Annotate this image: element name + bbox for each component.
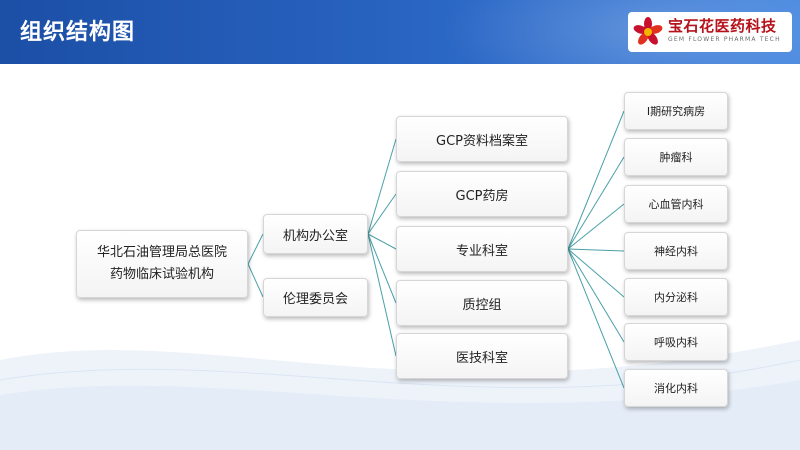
node-label: 机构办公室 [282,228,348,244]
node-respiratory: 呼吸内科 [624,323,728,361]
node-label: 肿瘤科 [659,151,693,164]
node-label: 医技科室 [455,350,508,366]
node-cardiology: 心血管内科 [624,185,728,223]
connector-dept-endo [567,248,625,298]
node-gcp-archive: GCP资料档案室 [396,116,568,162]
node-label: 呼吸内科 [654,336,698,349]
connector-root-office [247,233,264,265]
connector-dept-oncology [567,156,625,250]
node-oncology: 肿瘤科 [624,138,728,176]
connector-dept-cardio [567,203,625,250]
connector-dept-phase1 [567,110,625,250]
node-label: GCP资料档案室 [436,133,528,149]
node-institution-office: 机构办公室 [263,214,368,254]
connector-office-departments [367,233,397,250]
connector-dept-neuro [567,248,625,252]
node-label: I期研究病房 [646,105,706,118]
node-medical-technology: 医技科室 [396,333,568,379]
node-root: 华北石油管理局总医院 药物临床试验机构 [76,230,248,298]
node-root-line1: 华北石油管理局总医院 [96,245,227,260]
node-label: 消化内科 [654,382,698,395]
node-gastroenterology: 消化内科 [624,369,728,407]
node-label: 内分泌科 [654,291,698,304]
node-label: GCP药房 [455,188,509,204]
node-label: 专业科室 [455,243,508,259]
node-specialty-departments: 专业科室 [396,226,568,272]
node-root-line2: 药物临床试验机构 [109,267,214,282]
connector-office-pharmacy [367,193,397,235]
connector-root-ethics [247,263,264,298]
connector-dept-gastro [567,248,625,389]
node-ethics-committee: 伦理委员会 [263,278,368,317]
connector-office-medtech [367,233,397,357]
node-quality-control: 质控组 [396,280,568,326]
node-neurology: 神经内科 [624,232,728,270]
connector-office-qc [367,233,397,304]
node-gcp-pharmacy: GCP药房 [396,171,568,217]
node-label: 伦理委员会 [282,292,348,307]
node-label: 心血管内科 [648,198,704,211]
node-label: 质控组 [462,297,502,313]
node-endocrinology: 内分泌科 [624,278,728,316]
connector-dept-resp [567,248,625,343]
node-label: 神经内科 [654,245,698,258]
node-phase1-ward: I期研究病房 [624,92,728,130]
connector-office-archive [367,138,397,235]
